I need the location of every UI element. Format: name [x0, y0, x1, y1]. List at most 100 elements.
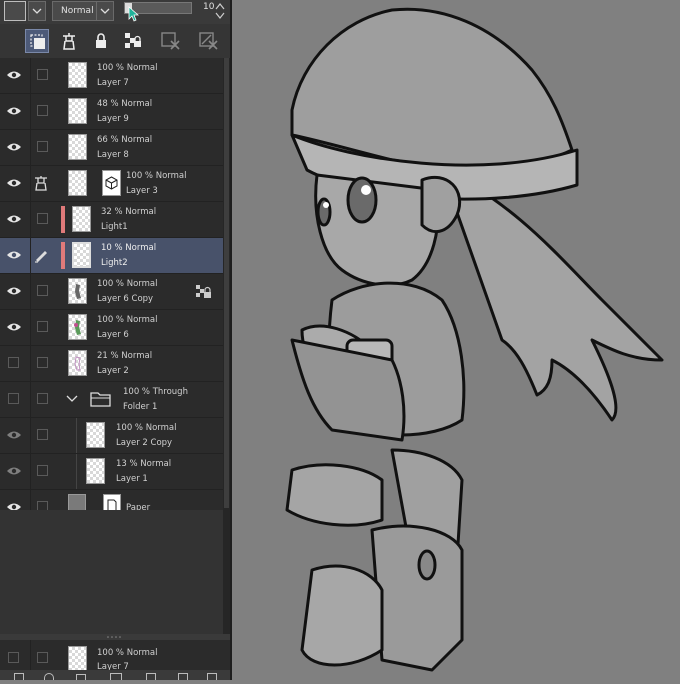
eye-icon[interactable] — [6, 250, 22, 260]
folder-indent-line — [76, 418, 77, 453]
reference-layer-icon — [63, 33, 75, 50]
reference-layer-button[interactable] — [57, 29, 81, 53]
new-folder-icon[interactable] — [76, 674, 86, 680]
layer-opacity-mode: 100 % Through — [123, 387, 188, 397]
layer-row[interactable]: 13 % Normal Layer 1 — [0, 454, 230, 490]
row-divider — [30, 274, 31, 309]
layer-row[interactable]: 100 % Normal Layer 7 — [0, 640, 230, 672]
layer-tool-slot[interactable] — [37, 105, 48, 116]
layer-row[interactable]: 48 % Normal Layer 9 — [0, 94, 230, 130]
layer-color-tag — [61, 206, 65, 233]
layer-thumbnail — [68, 314, 87, 340]
layer-row[interactable]: 100 % Normal Layer 6 — [0, 310, 230, 346]
clip-to-layer-below-button[interactable] — [25, 29, 49, 53]
eye-icon[interactable] — [6, 466, 22, 476]
layer-mask-icon[interactable] — [146, 673, 156, 680]
layer-thumbnail — [68, 646, 87, 672]
layer-panel: Normal 10 100 % Normal Layer 7 48 % Norm… — [0, 0, 230, 680]
row-divider — [30, 418, 31, 453]
layer-opacity-mode: 100 % Normal — [126, 171, 187, 181]
eye-icon[interactable] — [6, 322, 22, 332]
layer-opacity-mode: 100 % Normal — [97, 63, 158, 73]
layer-thumbnail — [68, 278, 87, 304]
row-divider — [30, 130, 31, 165]
layer-row[interactable]: 32 % Normal Light1 — [0, 202, 230, 238]
drawing-canvas[interactable] — [232, 0, 680, 680]
layer-property-bar: Normal 10 — [0, 0, 230, 24]
layer-opacity-mode: 100 % Normal — [116, 423, 177, 433]
layer-tool-slot[interactable] — [37, 357, 48, 368]
layer-icon-toolbar — [0, 24, 230, 59]
visibility-toggle-off[interactable] — [8, 357, 19, 368]
eye-icon[interactable] — [6, 70, 22, 80]
lock-icon — [96, 33, 106, 48]
visibility-toggle-off[interactable] — [8, 652, 19, 663]
mask-icon — [199, 32, 218, 50]
layer-row[interactable]: 100 % Normal Layer 2 Copy — [0, 418, 230, 454]
eye-icon[interactable] — [6, 106, 22, 116]
eye-icon[interactable] — [6, 142, 22, 152]
swatch-dropdown-button[interactable] — [28, 1, 46, 21]
layer-tool-slot[interactable] — [37, 652, 48, 663]
row-divider — [30, 382, 31, 417]
layer-name: Layer 7 — [97, 78, 129, 88]
layer-tool-slot[interactable] — [37, 321, 48, 332]
thumbnail-art — [75, 284, 81, 299]
layer-thumbnail — [68, 98, 87, 124]
layer-name: Layer 2 — [97, 366, 129, 376]
layer-tool-slot[interactable] — [37, 213, 48, 224]
layer-opacity-mode: 100 % Normal — [97, 279, 158, 289]
row-divider — [30, 310, 31, 345]
layer-row[interactable]: 100 % Normal Layer 6 Copy — [0, 274, 230, 310]
layer-thumbnail — [86, 422, 105, 448]
layer-thumbnail — [72, 242, 91, 268]
layer-opacity-mode: 32 % Normal — [101, 207, 157, 217]
layer-name: Layer 6 — [97, 330, 129, 340]
reference-layer-icon[interactable] — [33, 175, 49, 191]
draft-layer-button[interactable] — [158, 29, 182, 53]
layer-row-selected[interactable]: 10 % Normal Light2 — [0, 238, 230, 274]
eye-icon[interactable] — [6, 430, 22, 440]
new-vector-layer-icon[interactable] — [44, 673, 54, 680]
layer-name: Layer 8 — [97, 150, 129, 160]
eye-icon[interactable] — [6, 286, 22, 296]
new-raster-layer-icon[interactable] — [14, 673, 24, 680]
folder-indent-line — [76, 454, 77, 489]
lock-transparent-pixels-button[interactable] — [121, 29, 145, 53]
layer-color-tag — [61, 242, 65, 269]
layer-tool-slot[interactable] — [37, 393, 48, 404]
layer-opacity-mode: 13 % Normal — [116, 459, 172, 469]
lock-layer-button[interactable] — [89, 29, 113, 53]
chevron-down-icon — [100, 8, 110, 14]
layer-row[interactable]: 100 % Normal Layer 7 — [0, 58, 230, 94]
row-divider — [30, 640, 31, 670]
layer-row[interactable]: 66 % Normal Layer 8 — [0, 130, 230, 166]
layer-tool-slot[interactable] — [37, 285, 48, 296]
ruler-icon[interactable] — [178, 673, 188, 680]
layer-row[interactable]: 100 % Normal Layer 3 — [0, 166, 230, 202]
layer-property-thumbnail — [102, 170, 121, 196]
chevron-down-icon[interactable] — [66, 395, 78, 403]
trash-icon[interactable] — [207, 673, 217, 680]
layer-tool-slot[interactable] — [37, 429, 48, 440]
scrollbar-thumb[interactable] — [224, 58, 229, 508]
layer-tool-slot[interactable] — [37, 141, 48, 152]
opacity-spinner[interactable] — [214, 1, 226, 21]
layer-list: 100 % Normal Layer 7 48 % Normal Layer 9… — [0, 58, 230, 526]
layer-tool-slot[interactable] — [37, 69, 48, 80]
layer-thumbnail — [68, 170, 87, 196]
visibility-toggle-off[interactable] — [8, 393, 19, 404]
layer-row[interactable]: 21 % Normal Layer 2 — [0, 346, 230, 382]
pen-icon[interactable] — [33, 247, 49, 263]
merge-down-icon[interactable] — [110, 673, 122, 680]
blend-mode-dropdown-button[interactable] — [96, 1, 114, 21]
eye-icon[interactable] — [6, 178, 22, 188]
layer-list-scrollbar[interactable] — [223, 58, 230, 634]
eye-icon[interactable] — [6, 214, 22, 224]
layer-opacity-mode: 100 % Normal — [97, 315, 158, 325]
layer-name: Layer 1 — [116, 474, 148, 484]
layer-mask-button[interactable] — [196, 29, 220, 53]
folder-row[interactable]: 100 % Through Folder 1 — [0, 382, 230, 418]
layer-color-swatch[interactable] — [4, 1, 26, 21]
layer-tool-slot[interactable] — [37, 465, 48, 476]
